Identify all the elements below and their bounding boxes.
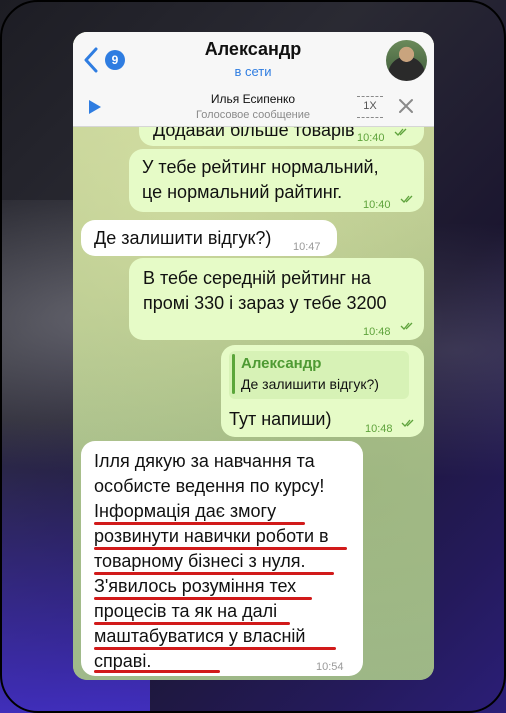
double-check-icon: [400, 195, 413, 203]
message-line: Інформація дає змогу: [94, 501, 277, 521]
red-underline: [94, 522, 305, 525]
contact-status: в сети: [234, 64, 272, 79]
close-icon[interactable]: [398, 98, 414, 114]
voice-author: Илья Есипенко: [210, 92, 296, 106]
red-underline: [94, 670, 220, 673]
reply-accent-bar: [232, 354, 235, 394]
message-line: Ілля дякую за навчання та: [94, 451, 315, 471]
contact-name[interactable]: Александр: [153, 39, 353, 60]
message-line: промі 330 і зараз у тебе 3200: [143, 293, 387, 313]
reply-message-bubble[interactable]: Александр Де залишити відгук?) Тут напиш…: [221, 345, 424, 437]
message-line: розвинути навички роботи в: [94, 526, 329, 546]
double-check-icon: [394, 128, 407, 136]
message-line: З'явилось розуміння тех: [94, 576, 297, 596]
playback-speed-button[interactable]: 1X: [357, 94, 383, 120]
red-underline: [94, 572, 334, 575]
message-time: 10:47: [293, 241, 321, 253]
chevron-left-icon: [84, 47, 98, 73]
telegram-chat-screen: Додавай більше товарів 10:40 У тебе рейт…: [73, 32, 434, 680]
voice-message-player: Илья Есипенко Голосовое сообщение 1X: [73, 88, 434, 127]
message-line: товарному бізнесі з нуля.: [94, 551, 306, 571]
message-time: 10:40: [357, 132, 385, 144]
message-bubble[interactable]: В тебе середній рейтинг на промі 330 і з…: [129, 258, 424, 340]
message-bubble[interactable]: Де залишити відгук?) 10:47: [81, 220, 337, 256]
speed-label: 1X: [363, 100, 377, 112]
play-icon[interactable]: [88, 99, 102, 115]
red-underline: [94, 547, 347, 550]
message-line: це нормальний райтинг.: [142, 182, 343, 202]
message-time: 10:48: [365, 423, 393, 435]
double-check-icon: [400, 322, 413, 330]
back-button[interactable]: 9: [81, 45, 127, 75]
message-line: процесів та як на далі: [94, 601, 278, 621]
avatar[interactable]: [386, 40, 427, 81]
message-line: У тебе рейтинг нормальний,: [142, 157, 379, 177]
message-line: особисте ведення по курсу!: [94, 476, 325, 496]
unread-badge: 9: [105, 50, 125, 70]
message-text: Де залишити відгук?): [94, 228, 272, 248]
red-underline: [94, 597, 312, 600]
message-bubble[interactable]: Ілля дякую за навчання та особисте веден…: [81, 441, 363, 676]
voice-subtitle: Голосовое сообщение: [195, 109, 311, 121]
message-line: маштабуватися у власній: [94, 626, 306, 646]
message-text: Тут напиши): [229, 409, 332, 429]
message-line: В тебе середній рейтинг на: [143, 268, 371, 288]
red-underline: [94, 622, 290, 625]
reply-text: Де залишити відгук?): [241, 376, 379, 392]
message-time: 10:54: [316, 661, 344, 673]
double-check-icon: [401, 419, 414, 427]
message-time: 10:48: [363, 326, 391, 338]
chat-header: 9 Александр в сети: [73, 32, 434, 89]
message-time: 10:40: [363, 199, 391, 211]
red-underline: [94, 647, 336, 650]
message-bubble[interactable]: У тебе рейтинг нормальний, це нормальний…: [129, 149, 424, 212]
